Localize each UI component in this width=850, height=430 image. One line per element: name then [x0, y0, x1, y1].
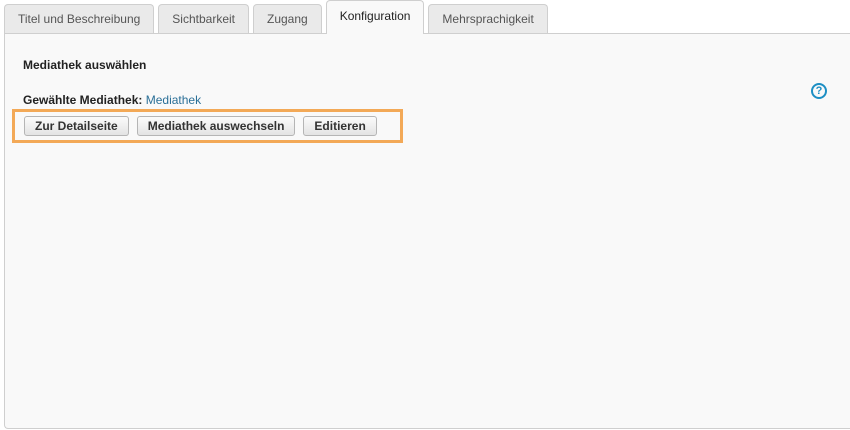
details-page-button[interactable]: Zur Detailseite [24, 116, 129, 136]
tab-mehrsprachigkeit[interactable]: Mehrsprachigkeit [428, 4, 548, 34]
configuration-panel: Mediathek auswählen Gewählte Mediathek: … [4, 33, 850, 429]
edit-button[interactable]: Editieren [303, 116, 377, 136]
switch-media-library-button[interactable]: Mediathek auswechseln [136, 116, 296, 136]
tab-bar: Titel und Beschreibung Sichtbarkeit Zuga… [4, 0, 552, 34]
chosen-media-library-label: Gewählte Mediathek: [23, 93, 143, 107]
highlighted-button-group: Zur Detailseite Mediathek auswechseln Ed… [12, 109, 403, 143]
tab-titel-und-beschreibung[interactable]: Titel und Beschreibung [4, 4, 155, 34]
help-icon[interactable]: ? [811, 83, 827, 99]
tab-konfiguration[interactable]: Konfiguration [325, 0, 425, 34]
chosen-media-library-link[interactable]: Mediathek [146, 93, 201, 107]
tab-sichtbarkeit[interactable]: Sichtbarkeit [158, 4, 249, 34]
chosen-media-library: Gewählte Mediathek: Mediathek [23, 93, 201, 107]
section-title: Mediathek auswählen [23, 58, 147, 72]
tab-zugang[interactable]: Zugang [253, 4, 322, 34]
